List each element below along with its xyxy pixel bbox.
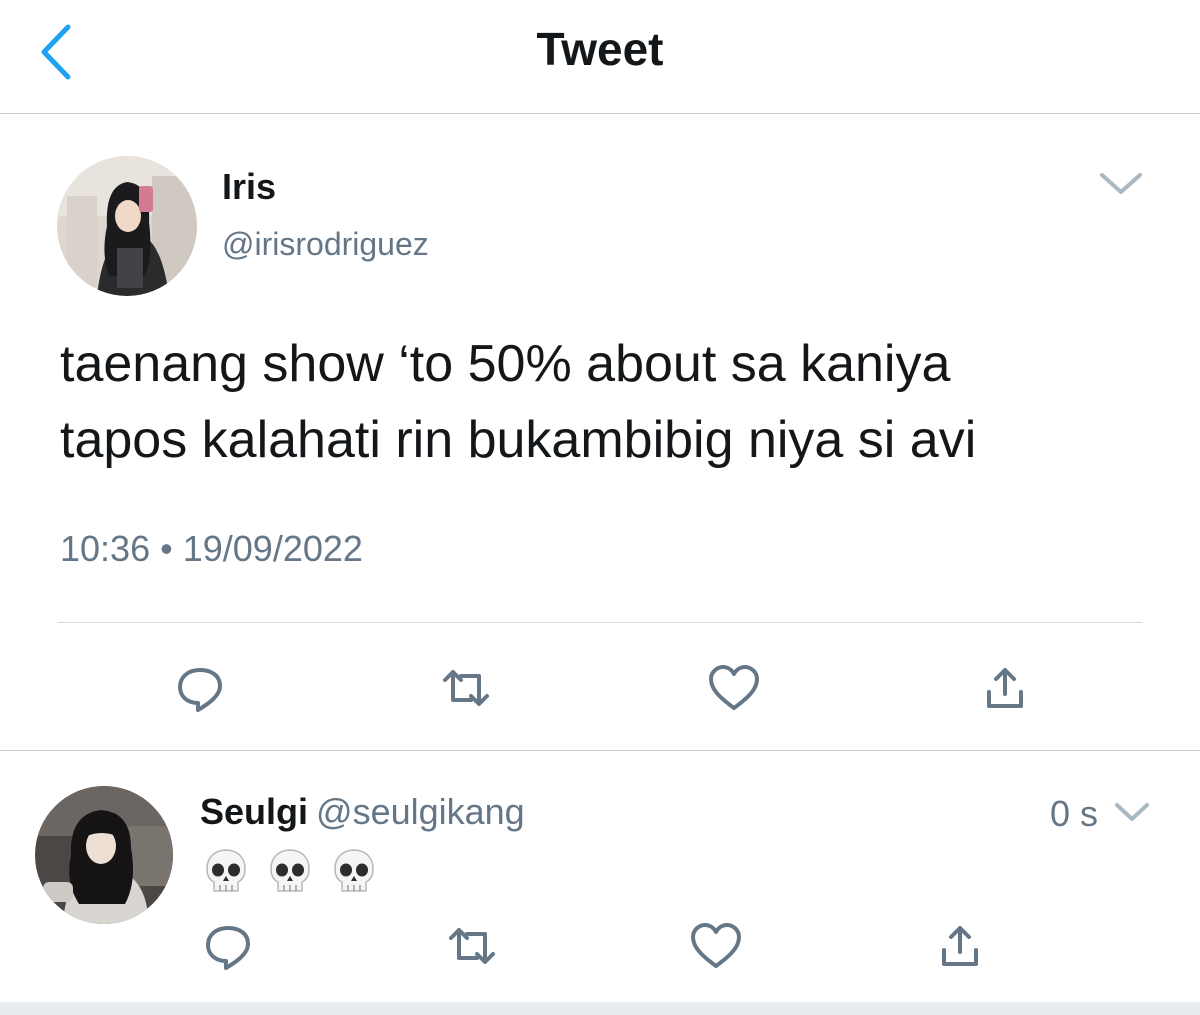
tweet-detail-screen: Tweet Iris @irisrodriguez taenang show ‘… — [0, 0, 1200, 1015]
heart-icon — [691, 923, 741, 968]
reply-header: Seulgi @seulgikang — [200, 791, 525, 833]
tweet-text-line: tapos kalahati rin bukambibig niya si av… — [60, 411, 977, 469]
retweet-button[interactable] — [436, 658, 496, 718]
bottom-separator — [0, 1002, 1200, 1015]
skull-emoji-icon — [270, 849, 310, 892]
meta-separator: • — [160, 528, 173, 569]
reply-author-handle[interactable]: @seulgikang — [316, 791, 525, 832]
retweet-button[interactable] — [442, 916, 502, 976]
avatar-photo — [35, 786, 173, 924]
reply-button[interactable] — [198, 916, 258, 976]
chevron-down-icon — [1100, 173, 1142, 194]
avatar[interactable] — [57, 156, 197, 296]
chevron-down-icon — [1115, 803, 1149, 821]
author-handle[interactable]: @irisrodriguez — [222, 226, 429, 263]
tweet-text-line: taenang show ‘to 50% about sa kaniya — [60, 335, 951, 393]
divider — [58, 622, 1142, 623]
tweet-time: 10:36 — [60, 528, 151, 569]
top-nav-bar: Tweet — [0, 0, 1200, 114]
avatar[interactable] — [35, 786, 173, 924]
page-title: Tweet — [536, 23, 664, 75]
tweet-date: 19/09/2022 — [182, 528, 363, 569]
author-name[interactable]: Iris — [222, 166, 276, 208]
reply-button[interactable] — [170, 658, 230, 718]
reply-options-button[interactable] — [1112, 795, 1152, 831]
reply-icon — [178, 668, 222, 712]
like-button[interactable] — [704, 658, 764, 718]
share-icon — [987, 668, 1023, 708]
like-button[interactable] — [686, 916, 746, 976]
tweet-options-button[interactable] — [1096, 164, 1146, 204]
reply-timestamp: 0 s — [1050, 793, 1099, 834]
reply-text — [203, 847, 377, 897]
avatar-photo — [57, 156, 197, 296]
reply-icon — [206, 926, 250, 970]
main-tweet: Iris @irisrodriguez taenang show ‘to 50%… — [0, 114, 1200, 751]
retweet-icon — [443, 670, 489, 706]
share-icon — [942, 926, 978, 966]
heart-icon — [709, 665, 759, 710]
reply-tweet[interactable]: Seulgi @seulgikang 0 s — [0, 751, 1200, 1001]
skull-emoji-icon — [206, 849, 246, 892]
tweet-text: taenang show ‘to 50% about sa kaniya tap… — [60, 326, 1160, 478]
share-button[interactable] — [975, 658, 1035, 718]
share-button[interactable] — [930, 916, 990, 976]
skull-emoji-icon — [334, 849, 374, 892]
retweet-icon — [449, 928, 495, 964]
reply-author-name[interactable]: Seulgi — [200, 791, 308, 832]
tweet-timestamp[interactable]: 10:36 • 19/09/2022 — [60, 528, 363, 570]
